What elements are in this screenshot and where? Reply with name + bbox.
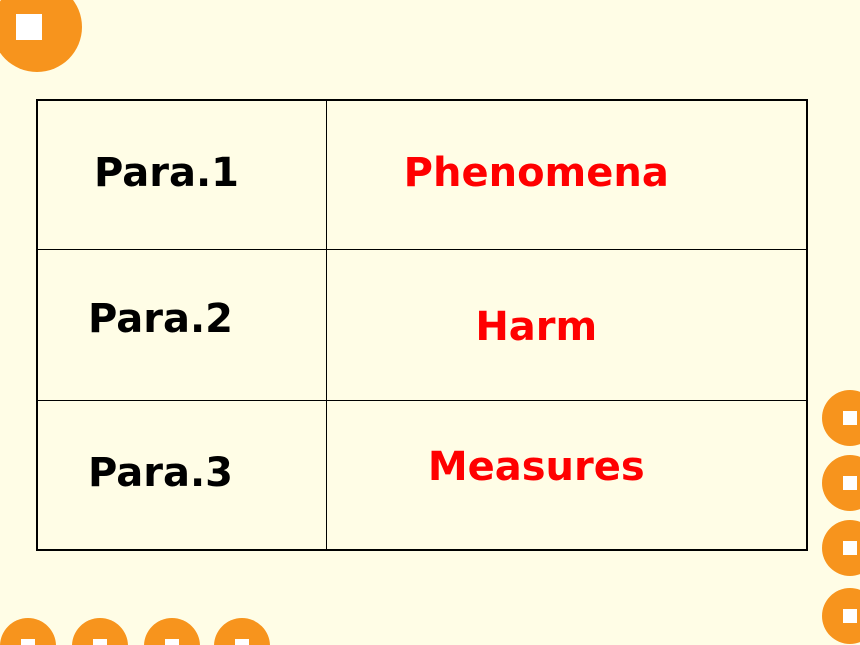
para-cell: Para.3 <box>38 399 327 549</box>
coin-decoration-icon <box>144 618 200 645</box>
coin-hole <box>16 14 42 40</box>
paragraph-topic-table: Para.1 Phenomena Para.2 Harm Para.3 Meas… <box>38 101 806 549</box>
coin-decoration-icon <box>822 455 860 511</box>
slide: Para.1 Phenomena Para.2 Harm Para.3 Meas… <box>0 0 860 645</box>
table-row: Para.1 Phenomena <box>38 101 806 251</box>
topic-label: Phenomena <box>403 150 669 197</box>
coin-decoration-icon <box>822 390 860 446</box>
coin-decoration-icon <box>214 618 270 645</box>
table-row: Para.3 Measures <box>38 399 806 549</box>
coin-decoration-icon <box>822 588 860 644</box>
topic-cell: Harm <box>325 249 806 401</box>
table-row: Para.2 Harm <box>38 249 806 401</box>
para-label: Para.2 <box>88 295 233 342</box>
topic-cell: Phenomena <box>325 101 806 251</box>
para-cell: Para.1 <box>38 101 327 251</box>
topic-cell: Measures <box>325 399 806 549</box>
para-cell: Para.2 <box>38 249 327 401</box>
coin-decoration-icon <box>0 618 56 645</box>
para-label: Para.3 <box>88 449 233 496</box>
coin-decoration-icon <box>0 0 82 72</box>
coin-decoration-icon <box>72 618 128 645</box>
topic-label: Measures <box>427 443 645 490</box>
structure-table: Para.1 Phenomena Para.2 Harm Para.3 Meas… <box>36 99 808 551</box>
topic-label: Harm <box>475 303 598 350</box>
coin-decoration-icon <box>822 520 860 576</box>
para-label: Para.1 <box>94 150 239 197</box>
